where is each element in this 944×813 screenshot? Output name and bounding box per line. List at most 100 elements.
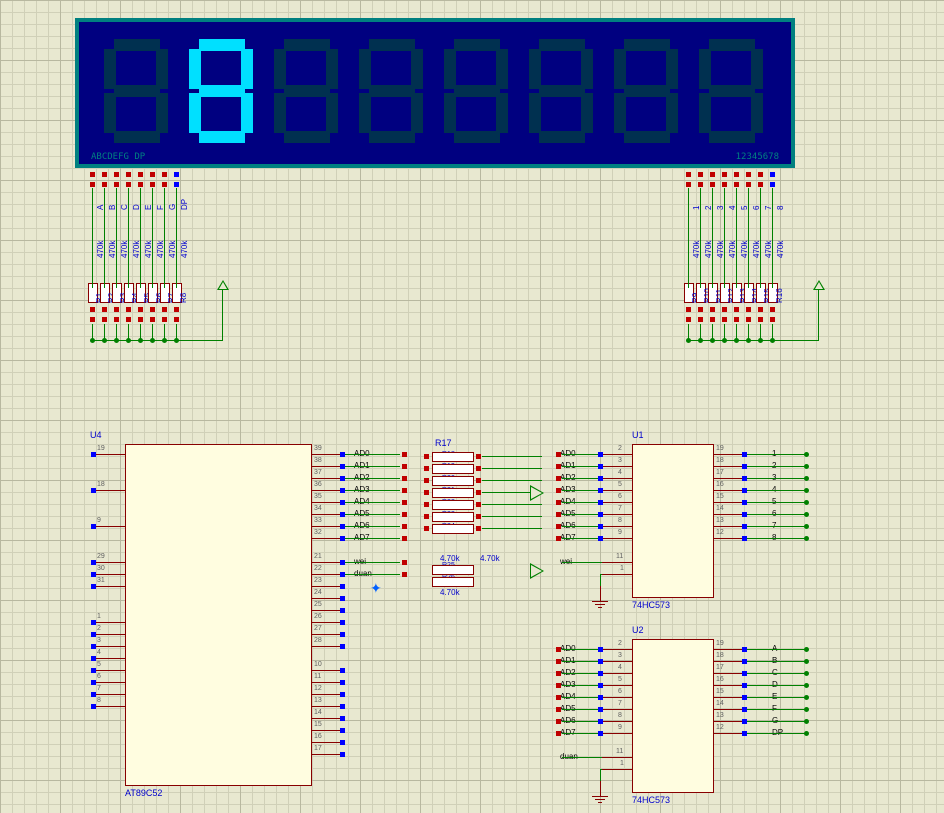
display-pin[interactable]: [734, 172, 739, 177]
pin-terminal[interactable]: [340, 524, 345, 529]
display-pin[interactable]: [162, 172, 167, 177]
pin-terminal[interactable]: [340, 704, 345, 709]
resistor[interactable]: [432, 488, 474, 498]
display-pin[interactable]: [770, 172, 775, 177]
display-pin[interactable]: [710, 182, 715, 187]
digit: [357, 37, 427, 147]
resistor[interactable]: [432, 512, 474, 522]
display-pin[interactable]: [698, 182, 703, 187]
pin-terminal[interactable]: [340, 560, 345, 565]
pin-net-label: 8: [776, 206, 785, 210]
pin-terminal[interactable]: [91, 524, 96, 529]
pin-terminal[interactable]: [91, 644, 96, 649]
pin-terminal[interactable]: [91, 452, 96, 457]
display-pin[interactable]: [710, 172, 715, 177]
pin-terminal[interactable]: [340, 680, 345, 685]
pin-terminal[interactable]: [340, 572, 345, 577]
display-pin[interactable]: [162, 182, 167, 187]
pin-terminal[interactable]: [91, 584, 96, 589]
pin-terminal[interactable]: [340, 728, 345, 733]
resistor[interactable]: [432, 464, 474, 474]
pin-terminal[interactable]: [340, 584, 345, 589]
pin-terminal[interactable]: [340, 632, 345, 637]
u1-chip[interactable]: [632, 444, 714, 598]
digit: [527, 37, 597, 147]
pin-number: 5: [97, 661, 101, 668]
pin-terminal[interactable]: [340, 752, 345, 757]
display-pin[interactable]: [174, 172, 179, 177]
resistor[interactable]: [432, 524, 474, 534]
display-pin[interactable]: [746, 182, 751, 187]
u4-chip[interactable]: [125, 444, 312, 786]
display-pin[interactable]: [102, 182, 107, 187]
resistor[interactable]: [432, 500, 474, 510]
pin-terminal[interactable]: [91, 692, 96, 697]
pin-terminal[interactable]: [91, 620, 96, 625]
display-pin[interactable]: [114, 172, 119, 177]
u2-chip[interactable]: [632, 639, 714, 793]
display-pin[interactable]: [758, 172, 763, 177]
display-pin[interactable]: [686, 172, 691, 177]
r25-value: 4.70k: [440, 588, 460, 597]
pin-terminal[interactable]: [340, 464, 345, 469]
pin-terminal[interactable]: [340, 512, 345, 517]
display-pin[interactable]: [758, 182, 763, 187]
display-pin[interactable]: [698, 172, 703, 177]
pin-terminal[interactable]: [91, 560, 96, 565]
display-pin[interactable]: [126, 182, 131, 187]
pin-number: 19: [97, 445, 105, 452]
pin-terminal[interactable]: [340, 476, 345, 481]
seven-segment-display[interactable]: ABCDEFG DP 12345678: [75, 18, 795, 168]
pin-terminal[interactable]: [91, 656, 96, 661]
u4-ref: U4: [90, 430, 102, 440]
buffer-icon: [530, 563, 544, 579]
pin-number: 18: [97, 481, 105, 488]
display-pin[interactable]: [746, 172, 751, 177]
pin-terminal[interactable]: [91, 488, 96, 493]
resistor[interactable]: [432, 452, 474, 462]
pin-number: 30: [97, 565, 105, 572]
display-pin[interactable]: [770, 182, 775, 187]
pin-terminal[interactable]: [340, 500, 345, 505]
resistor-ref: R16: [775, 288, 784, 303]
display-pin[interactable]: [174, 182, 179, 187]
display-pin[interactable]: [722, 182, 727, 187]
display-pin[interactable]: [114, 182, 119, 187]
digit: [102, 37, 172, 147]
display-pin[interactable]: [138, 182, 143, 187]
display-pin[interactable]: [150, 182, 155, 187]
pin-terminal[interactable]: [91, 668, 96, 673]
pin-terminal[interactable]: [340, 716, 345, 721]
pin-terminal[interactable]: [340, 488, 345, 493]
pin-terminal[interactable]: [340, 608, 345, 613]
display-pin[interactable]: [686, 182, 691, 187]
display-pin[interactable]: [722, 172, 727, 177]
display-pin[interactable]: [90, 172, 95, 177]
r26-resistor[interactable]: [432, 577, 474, 587]
pin-terminal[interactable]: [340, 452, 345, 457]
display-pin[interactable]: [150, 172, 155, 177]
pin-terminal[interactable]: [340, 644, 345, 649]
u4-part: AT89C52: [125, 788, 162, 798]
r17-value2: 4.70k: [480, 554, 500, 563]
display-pin[interactable]: [734, 182, 739, 187]
r25-resistor[interactable]: [432, 565, 474, 575]
display-pin[interactable]: [126, 172, 131, 177]
resistor-value: 470k: [776, 241, 785, 258]
display-pin[interactable]: [138, 172, 143, 177]
resistor[interactable]: [432, 476, 474, 486]
pin-terminal[interactable]: [340, 536, 345, 541]
pin-terminal[interactable]: [91, 680, 96, 685]
pin-terminal[interactable]: [91, 572, 96, 577]
pin-terminal[interactable]: [340, 740, 345, 745]
display-pin[interactable]: [90, 182, 95, 187]
display-pin[interactable]: [102, 172, 107, 177]
pin-number: 2: [97, 625, 101, 632]
pin-terminal[interactable]: [340, 620, 345, 625]
pin-terminal[interactable]: [340, 692, 345, 697]
u2-ref: U2: [632, 625, 644, 635]
pin-terminal[interactable]: [340, 668, 345, 673]
pin-terminal[interactable]: [91, 704, 96, 709]
pin-terminal[interactable]: [340, 596, 345, 601]
pin-terminal[interactable]: [91, 632, 96, 637]
